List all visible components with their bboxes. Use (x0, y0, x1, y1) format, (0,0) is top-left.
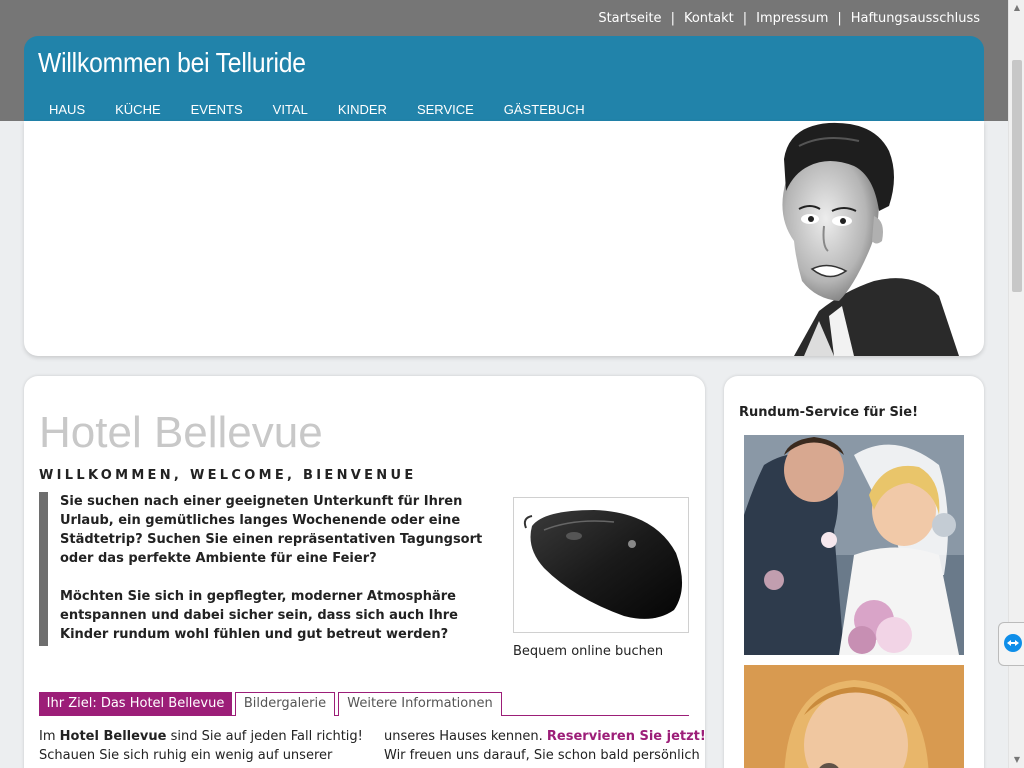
page-title: Hotel Bellevue (39, 408, 323, 457)
separator: | (670, 11, 675, 26)
nav-events[interactable]: EVENTS (191, 102, 243, 117)
nav-service[interactable]: SERVICE (417, 102, 474, 117)
top-links: Startseite | Kontakt | Impressum | Haftu… (598, 11, 980, 26)
scroll-thumb[interactable] (1012, 60, 1022, 292)
booking-image[interactable] (513, 497, 689, 633)
content-tabs: Ihr Ziel: Das Hotel Bellevue Bildergaler… (39, 692, 689, 716)
text-column-right: unseres Hauses kennen. Reservieren Sie j… (384, 727, 714, 765)
teamviewer-icon (1004, 634, 1022, 652)
hero-man-image (782, 122, 959, 356)
scroll-down-arrow-icon[interactable]: ▼ (1009, 752, 1024, 768)
site-header: Willkommen bei Telluride HAUS KÜCHE EVEN… (24, 36, 984, 121)
reserve-now-link[interactable]: Reservieren Sie jetzt! (547, 729, 706, 744)
portrait-photo (744, 665, 964, 768)
link-kontakt[interactable]: Kontakt (684, 11, 734, 26)
intro-paragraph-2: Möchten Sie sich in gepflegter, moderner… (60, 589, 458, 642)
wedding-photo (744, 435, 964, 655)
scroll-up-arrow-icon[interactable]: ▲ (1009, 0, 1024, 16)
separator: | (837, 11, 842, 26)
tab-bildergalerie[interactable]: Bildergalerie (235, 692, 335, 716)
hotel-name-bold: Hotel Bellevue (59, 729, 167, 744)
text-fragment: Im (39, 729, 60, 744)
hero-banner (24, 121, 984, 356)
nav-kinder[interactable]: KINDER (338, 102, 387, 117)
text-column-left: Im Hotel Bellevue sind Sie auf jeden Fal… (39, 727, 369, 765)
booking-caption[interactable]: Bequem online buchen (513, 644, 663, 659)
tab-hotel-bellevue[interactable]: Ihr Ziel: Das Hotel Bellevue (39, 692, 232, 716)
text-fragment: unseres Hauses kennen. (384, 729, 547, 744)
sidebar: Rundum-Service für Sie! (724, 376, 984, 768)
tab-weitere-informationen[interactable]: Weitere Informationen (338, 692, 502, 716)
nav-vital[interactable]: VITAL (273, 102, 308, 117)
sidebar-title: Rundum-Service für Sie! (739, 405, 919, 420)
nav-gaestebuch[interactable]: GÄSTEBUCH (504, 102, 585, 117)
text-fragment: Wir freuen uns darauf, Sie schon bald pe… (384, 748, 700, 763)
welcome-subtitle: WILLKOMMEN, WELCOME, BIENVENUE (39, 468, 417, 483)
intro-paragraph-1: Sie suchen nach einer geeigneten Unterku… (60, 494, 483, 566)
computer-mouse-icon (523, 510, 683, 619)
site-title: Willkommen bei Telluride (38, 47, 306, 78)
intro-quote: Sie suchen nach einer geeigneten Unterku… (39, 492, 499, 646)
nav-haus[interactable]: HAUS (49, 102, 85, 117)
link-haftungsausschluss[interactable]: Haftungsausschluss (851, 11, 980, 26)
separator: | (742, 11, 748, 26)
main-nav: HAUS KÜCHE EVENTS VITAL KINDER SERVICE G… (49, 102, 615, 117)
nav-kueche[interactable]: KÜCHE (115, 102, 161, 117)
link-startseite[interactable]: Startseite (598, 11, 661, 26)
main-content: Hotel Bellevue WILLKOMMEN, WELCOME, BIEN… (24, 376, 706, 768)
teamviewer-widget[interactable] (998, 622, 1024, 666)
link-impressum[interactable]: Impressum (756, 11, 828, 26)
